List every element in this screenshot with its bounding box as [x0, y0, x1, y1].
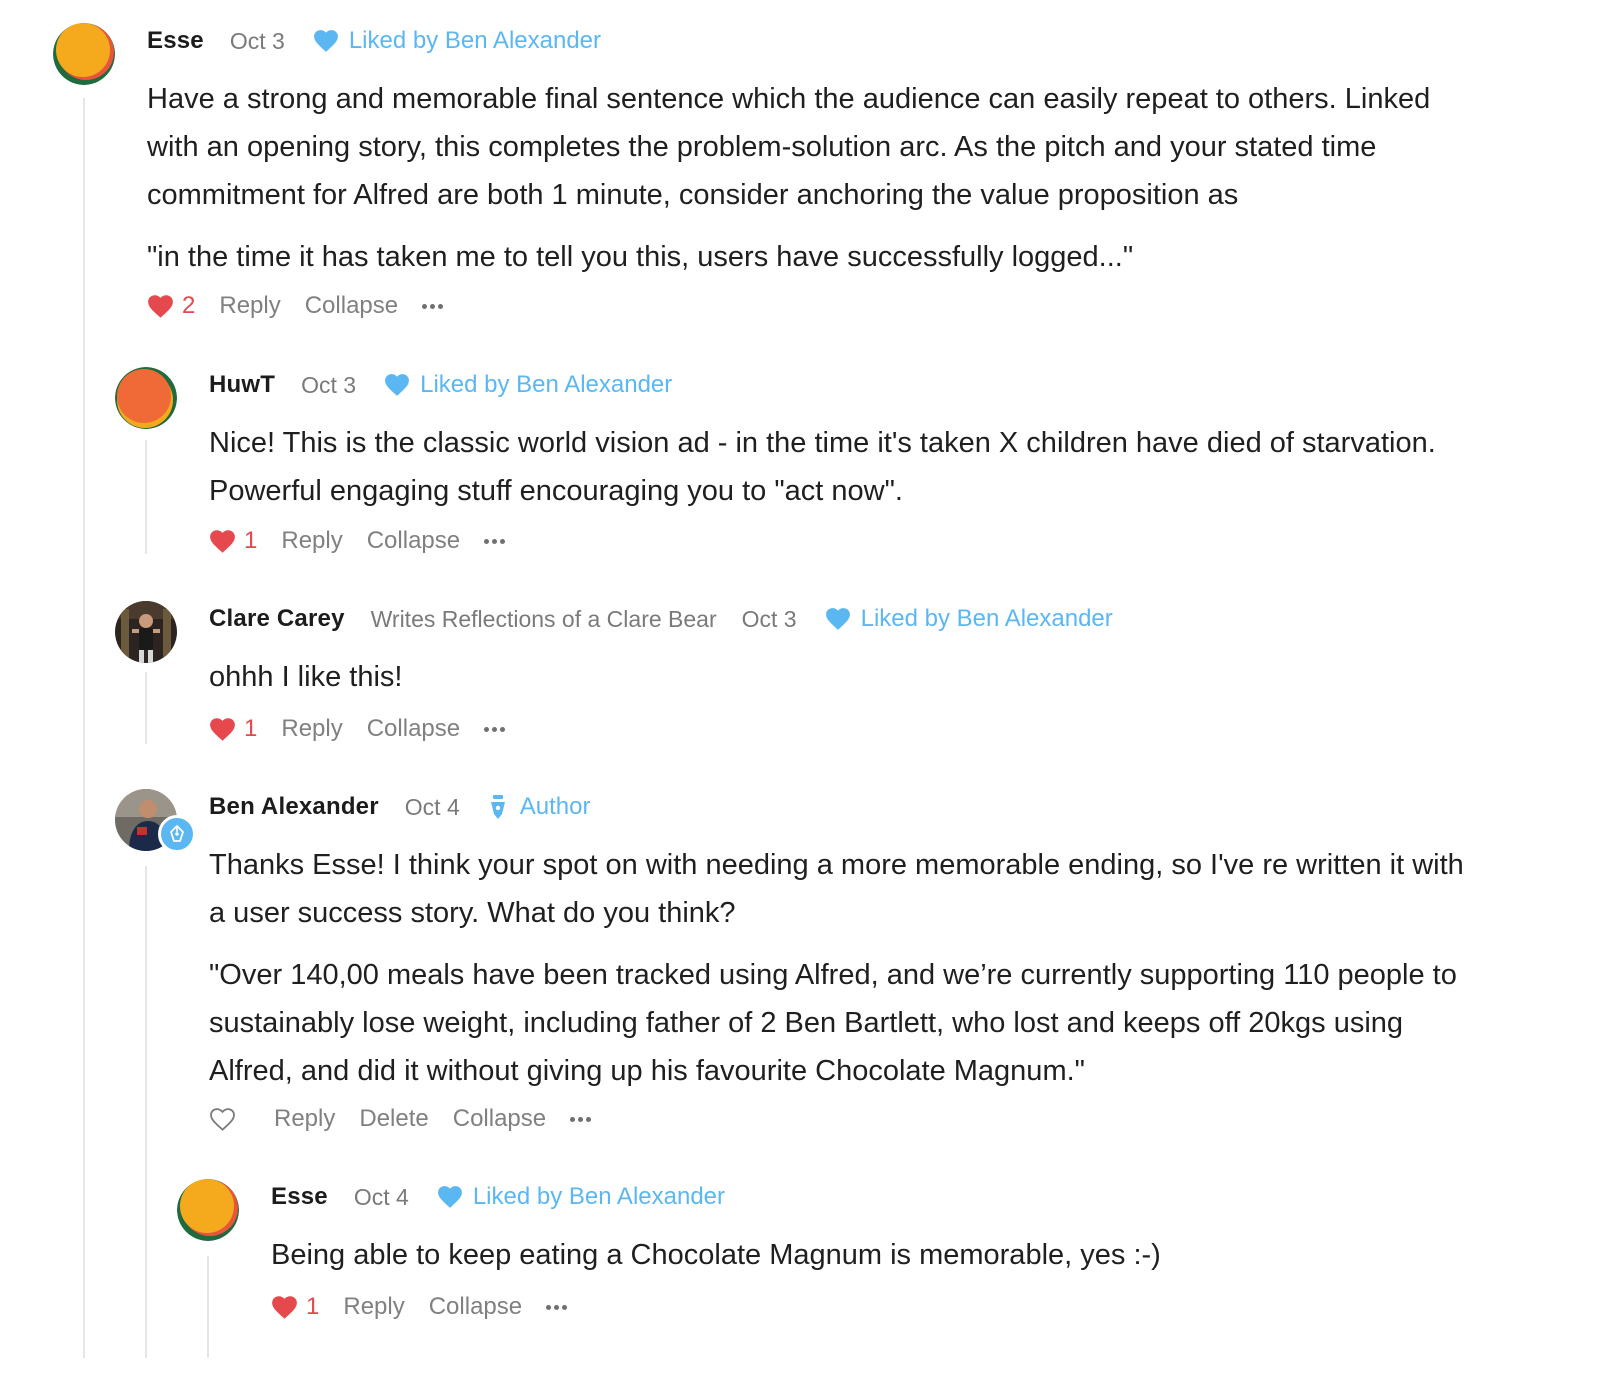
author-name[interactable]: Esse — [271, 1183, 328, 1211]
author-publication[interactable]: Writes Reflections of a Clare Bear — [371, 606, 717, 633]
heart-filled-icon — [210, 717, 235, 741]
author-tag: Author — [488, 793, 591, 821]
comment-actions: 2 Reply Collapse — [147, 288, 446, 324]
author-name[interactable]: Esse — [147, 27, 204, 55]
like-button[interactable]: 1 — [209, 715, 257, 743]
like-button[interactable] — [209, 1107, 244, 1132]
like-button[interactable]: 1 — [271, 1293, 319, 1321]
pen-nib-icon — [170, 825, 184, 842]
more-dots-icon[interactable] — [570, 1109, 594, 1129]
comment-body: Being able to keep eating a Chocolate Ma… — [271, 1231, 1471, 1279]
liked-by-label: Liked by Ben Alexander — [348, 27, 602, 54]
liked-by-author: Liked by Ben Alexander — [384, 371, 672, 399]
author-name[interactable]: Clare Carey — [209, 605, 345, 633]
comment-paragraph: "in the time it has taken me to tell you… — [147, 241, 1134, 273]
more-dots-icon[interactable] — [546, 1297, 570, 1317]
like-count: 1 — [306, 1293, 320, 1320]
like-button[interactable]: 2 — [147, 292, 195, 320]
liked-by-author: Liked by Ben Alexander — [825, 605, 1113, 633]
comment-body: ohhh I like this! — [209, 653, 1469, 701]
thread-line-comment-ben — [145, 866, 147, 1358]
collapse-button[interactable]: Collapse — [429, 1293, 522, 1321]
collapse-button[interactable]: Collapse — [367, 527, 460, 555]
comment-paragraph: Thanks Esse! I think your spot on with n… — [209, 849, 1464, 929]
comment-actions: 1 Reply Collapse — [271, 1289, 570, 1325]
avatar[interactable] — [115, 601, 177, 663]
heart-filled-icon — [210, 529, 235, 553]
collapse-button[interactable]: Collapse — [305, 292, 398, 320]
comment-actions: 1 Reply Collapse — [209, 711, 508, 747]
author-badge — [158, 815, 196, 853]
comment-date[interactable]: Oct 4 — [405, 794, 460, 821]
avatar[interactable] — [115, 367, 177, 429]
collapse-button[interactable]: Collapse — [367, 715, 460, 743]
comment-paragraph: ohhh I like this! — [209, 661, 403, 693]
comment-header: HuwT Oct 3 Liked by Ben Alexander — [209, 365, 672, 405]
heart-filled-icon — [825, 608, 850, 630]
more-dots-icon[interactable] — [484, 719, 508, 739]
author-name[interactable]: HuwT — [209, 371, 275, 399]
comment-paragraph: Being able to keep eating a Chocolate Ma… — [271, 1239, 1161, 1271]
liked-by-label: Liked by Ben Alexander — [860, 605, 1113, 632]
comment-body: Thanks Esse! I think your spot on with n… — [209, 841, 1479, 1095]
liked-by-author: Liked by Ben Alexander — [313, 27, 601, 55]
like-button[interactable]: 1 — [209, 527, 257, 555]
author-name[interactable]: Ben Alexander — [209, 793, 379, 821]
heart-filled-icon — [272, 1295, 297, 1319]
comment-body: Nice! This is the classic world vision a… — [209, 419, 1469, 515]
like-count: 1 — [244, 527, 258, 554]
thread-line-comment-esse-reply — [207, 1256, 209, 1358]
comment-header: Clare Carey Writes Reflections of a Clar… — [209, 599, 1113, 639]
delete-button[interactable]: Delete — [359, 1105, 428, 1133]
liked-by-label: Liked by Ben Alexander — [472, 1183, 726, 1210]
comment-header: Esse Oct 3 Liked by Ben Alexander — [147, 21, 601, 61]
avatar[interactable] — [177, 1179, 239, 1241]
thread-line-comment-clare — [145, 672, 147, 744]
comment-date[interactable]: Oct 3 — [230, 28, 285, 55]
comment-paragraph: Have a strong and memorable final senten… — [147, 83, 1431, 211]
comment-actions: 1 Reply Collapse — [209, 523, 508, 559]
comment-paragraph: Nice! This is the classic world vision a… — [209, 427, 1436, 507]
comment-date[interactable]: Oct 3 — [301, 372, 356, 399]
heart-filled-icon — [313, 30, 338, 52]
pen-nib-icon — [490, 795, 505, 819]
liked-by-author: Liked by Ben Alexander — [437, 1183, 725, 1211]
heart-filled-icon — [148, 294, 173, 318]
comment-header: Ben Alexander Oct 4 Author — [209, 787, 590, 827]
reply-button[interactable]: Reply — [281, 527, 342, 555]
reply-button[interactable]: Reply — [281, 715, 342, 743]
like-count: 2 — [182, 292, 196, 319]
more-dots-icon[interactable] — [422, 296, 446, 316]
author-tag-label: Author — [519, 793, 591, 820]
comment-date[interactable]: Oct 3 — [742, 606, 797, 633]
heart-outline-icon — [210, 1107, 235, 1131]
reply-button[interactable]: Reply — [343, 1293, 404, 1321]
comment-body: Have a strong and memorable final senten… — [147, 75, 1477, 281]
collapse-button[interactable]: Collapse — [453, 1105, 546, 1133]
heart-filled-icon — [437, 1186, 462, 1208]
reply-button[interactable]: Reply — [219, 292, 280, 320]
thread-line-level-0 — [83, 98, 85, 1358]
more-dots-icon[interactable] — [484, 531, 508, 551]
reply-button[interactable]: Reply — [274, 1105, 335, 1133]
liked-by-label: Liked by Ben Alexander — [420, 371, 673, 398]
thread-line-comment-huwt — [145, 440, 147, 554]
like-count: 1 — [244, 715, 258, 742]
heart-filled-icon — [385, 374, 410, 396]
comment-header: Esse Oct 4 Liked by Ben Alexander — [271, 1177, 725, 1217]
comment-paragraph: "Over 140,00 meals have been tracked usi… — [209, 959, 1457, 1087]
comment-actions: Reply Delete Collapse — [209, 1101, 594, 1137]
avatar[interactable] — [53, 23, 115, 85]
comment-date[interactable]: Oct 4 — [354, 1184, 409, 1211]
